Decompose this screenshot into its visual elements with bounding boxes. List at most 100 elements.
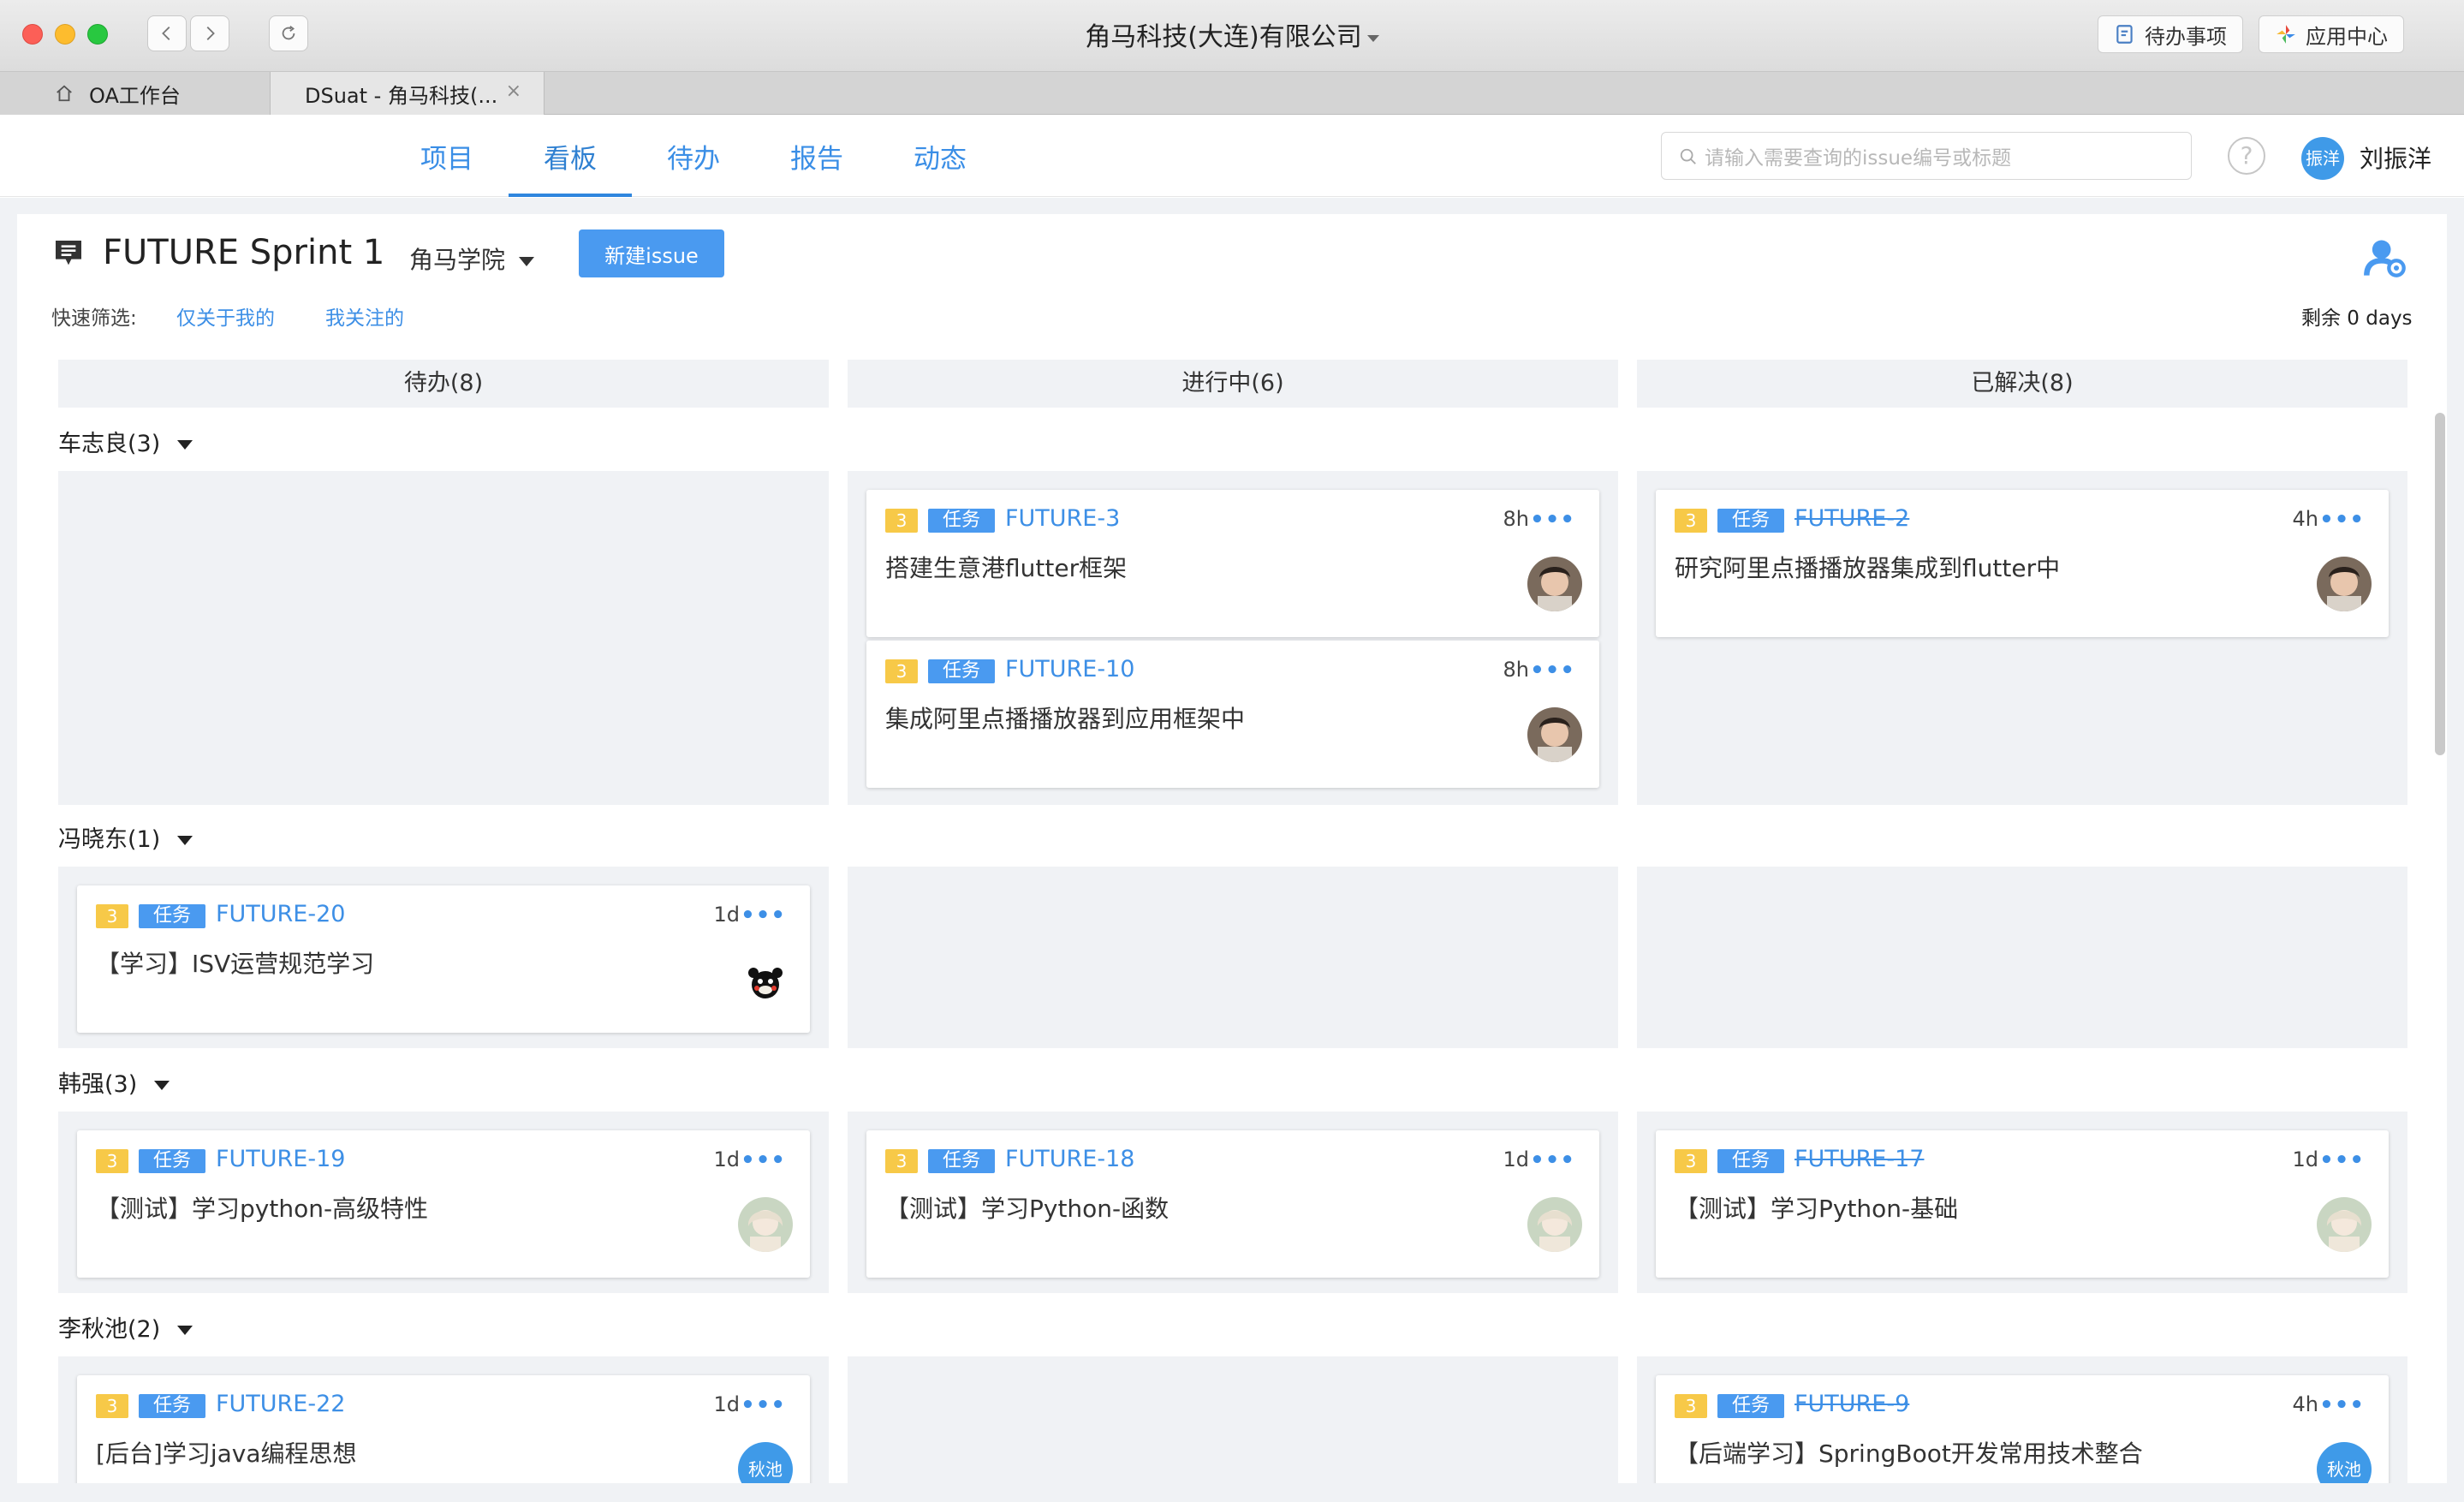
- app-center-icon: [2277, 25, 2295, 44]
- story-points-badge: 3: [885, 659, 918, 683]
- swimlane-header[interactable]: 冯晓东(1): [58, 820, 193, 854]
- back-button[interactable]: [147, 15, 187, 51]
- caret-down-icon: [177, 440, 193, 450]
- lane-cell: 3 任务 FUTURE-3 8h ••• 搭建生意港flutter框架 3 任务…: [848, 471, 1618, 805]
- assignee-avatar: [1527, 557, 1582, 611]
- issue-title: [后台]学习java编程思想: [96, 1439, 357, 1468]
- more-icon[interactable]: •••: [2319, 507, 2365, 533]
- issue-key-link[interactable]: FUTURE-17: [1794, 1146, 1924, 1172]
- user-name[interactable]: 刘振洋: [2360, 140, 2431, 175]
- issue-title: 研究阿里点播播放器集成到flutter中: [1675, 554, 2061, 582]
- avatar[interactable]: 振洋: [2301, 137, 2344, 180]
- tab-reports[interactable]: 报告: [772, 115, 861, 197]
- swimlane-header[interactable]: 李秋池(2): [58, 1310, 193, 1344]
- minimize-window-button[interactable]: [55, 24, 75, 45]
- issue-card[interactable]: 3 任务 FUTURE-17 1d ••• 【测试】学习Python-基础: [1656, 1130, 2389, 1278]
- swimlane-name: 车志良(3): [58, 431, 161, 457]
- search-input[interactable]: 请输入需要查询的issue编号或标题: [1661, 132, 2192, 180]
- more-icon[interactable]: •••: [741, 1147, 786, 1173]
- lane-cell: 3 任务 FUTURE-2 4h ••• 研究阿里点播播放器集成到flutter…: [1637, 471, 2407, 805]
- issue-estimate: 1d: [713, 1392, 740, 1416]
- issue-type-badge: 任务: [928, 509, 995, 533]
- assignee-avatar: [738, 1197, 793, 1252]
- issue-key-link[interactable]: FUTURE-10: [1005, 656, 1134, 682]
- lane-cell: 3 任务 FUTURE-20 1d ••• 【学习】ISV运营规范学习: [58, 867, 829, 1048]
- issue-type-badge: 任务: [139, 1149, 205, 1173]
- issue-type-badge: 任务: [139, 904, 205, 928]
- quick-filter-label: 快速筛选:: [51, 307, 137, 330]
- issue-card[interactable]: 3 任务 FUTURE-22 1d ••• [后台]学习java编程思想 秋池: [77, 1375, 810, 1483]
- swimlane-header[interactable]: 韩强(3): [58, 1065, 170, 1099]
- board-scrollbar[interactable]: [2435, 413, 2445, 755]
- lane-cell: 3 任务 FUTURE-9 4h ••• 【后端学习】SpringBoot开发常…: [1637, 1356, 2407, 1483]
- issue-card[interactable]: 3 任务 FUTURE-2 4h ••• 研究阿里点播播放器集成到flutter…: [1656, 490, 2389, 637]
- tab-board[interactable]: 看板: [509, 115, 632, 197]
- issue-key-link[interactable]: FUTURE-18: [1005, 1146, 1134, 1172]
- zoom-window-button[interactable]: [87, 24, 108, 45]
- filter-watched[interactable]: 我关注的: [325, 301, 404, 331]
- browser-tab-dsuat[interactable]: DSuat - 角马科技(... ×: [271, 72, 545, 115]
- story-points-badge: 3: [1675, 1394, 1707, 1418]
- browser-tab-oa[interactable]: OA工作台: [0, 72, 271, 115]
- tab-projects[interactable]: 项目: [402, 115, 491, 197]
- story-points-badge: 3: [1675, 509, 1707, 533]
- todo-button-label: 待办事项: [2145, 24, 2227, 49]
- issue-key-link[interactable]: FUTURE-20: [216, 901, 345, 927]
- more-icon[interactable]: •••: [1530, 1147, 1575, 1173]
- more-icon[interactable]: •••: [2319, 1147, 2365, 1173]
- story-points-badge: 3: [885, 1149, 918, 1173]
- close-window-button[interactable]: [22, 24, 43, 45]
- more-icon[interactable]: •••: [1530, 507, 1575, 533]
- story-points-badge: 3: [885, 509, 918, 533]
- issue-key-link[interactable]: FUTURE-19: [216, 1146, 345, 1172]
- issue-card[interactable]: 3 任务 FUTURE-18 1d ••• 【测试】学习Python-函数: [866, 1130, 1599, 1278]
- issue-key-link[interactable]: FUTURE-3: [1005, 505, 1120, 532]
- issue-card[interactable]: 3 任务 FUTURE-19 1d ••• 【测试】学习python-高级特性: [77, 1130, 810, 1278]
- chevron-left-icon: [162, 27, 170, 40]
- caret-down-icon: [177, 836, 193, 845]
- story-points-badge: 3: [96, 904, 128, 928]
- lane-cell: [848, 867, 1618, 1048]
- filter-only-mine[interactable]: 仅关于我的: [176, 301, 275, 331]
- more-icon[interactable]: •••: [1530, 658, 1575, 683]
- swimlane-header[interactable]: 车志良(3): [58, 425, 193, 458]
- issue-card[interactable]: 3 任务 FUTURE-9 4h ••• 【后端学习】SpringBoot开发常…: [1656, 1375, 2389, 1483]
- issue-title: 【学习】ISV运营规范学习: [96, 950, 375, 978]
- issue-key-link[interactable]: FUTURE-2: [1794, 505, 1909, 532]
- issue-type-badge: 任务: [1717, 1394, 1784, 1418]
- more-icon[interactable]: •••: [2319, 1392, 2365, 1418]
- page-title: FUTURE Sprint 1: [103, 233, 385, 272]
- story-points-badge: 3: [96, 1394, 128, 1418]
- tab-todo[interactable]: 待办: [649, 115, 738, 197]
- issue-key-link[interactable]: FUTURE-9: [1794, 1391, 1909, 1417]
- new-issue-button[interactable]: 新建issue: [579, 229, 724, 277]
- more-icon[interactable]: •••: [741, 903, 786, 928]
- story-points-badge: 3: [1675, 1149, 1707, 1173]
- window-title[interactable]: 角马科技(大连)有限公司: [0, 15, 2464, 53]
- app-header: 项目 看板 待办 报告 动态 请输入需要查询的issue编号或标题 ? 振洋 刘…: [0, 115, 2464, 197]
- assignee-avatar: [738, 952, 793, 1007]
- caret-down-icon: [177, 1326, 193, 1335]
- issue-card[interactable]: 3 任务 FUTURE-10 8h ••• 集成阿里点播播放器到应用框架中: [866, 641, 1599, 788]
- issue-card[interactable]: 3 任务 FUTURE-20 1d ••• 【学习】ISV运营规范学习: [77, 885, 810, 1033]
- assignee-avatar: 秋池: [738, 1442, 793, 1483]
- close-tab-icon[interactable]: ×: [506, 80, 521, 102]
- tab-activity[interactable]: 动态: [896, 115, 985, 197]
- issue-type-badge: 任务: [928, 659, 995, 683]
- forward-button[interactable]: [190, 15, 229, 51]
- column-header-todo: 待办(8): [58, 360, 829, 408]
- reload-button[interactable]: [269, 15, 308, 51]
- help-icon[interactable]: ?: [2228, 137, 2265, 175]
- issue-key-link[interactable]: FUTURE-22: [216, 1391, 345, 1417]
- app-center-button[interactable]: 应用中心: [2259, 15, 2404, 53]
- app-center-button-label: 应用中心: [2306, 24, 2388, 49]
- todo-button[interactable]: 待办事项: [2098, 15, 2243, 53]
- issue-card[interactable]: 3 任务 FUTURE-3 8h ••• 搭建生意港flutter框架: [866, 490, 1599, 637]
- user-settings-icon[interactable]: [2363, 235, 2407, 279]
- issue-estimate: 1d: [713, 1147, 740, 1171]
- more-icon[interactable]: •••: [741, 1392, 786, 1418]
- lane-cell: 3 任务 FUTURE-17 1d ••• 【测试】学习Python-基础: [1637, 1112, 2407, 1293]
- issue-title: 【测试】学习Python-基础: [1675, 1195, 1959, 1223]
- issue-estimate: 1d: [713, 903, 740, 927]
- project-select[interactable]: 角马学院: [409, 241, 535, 276]
